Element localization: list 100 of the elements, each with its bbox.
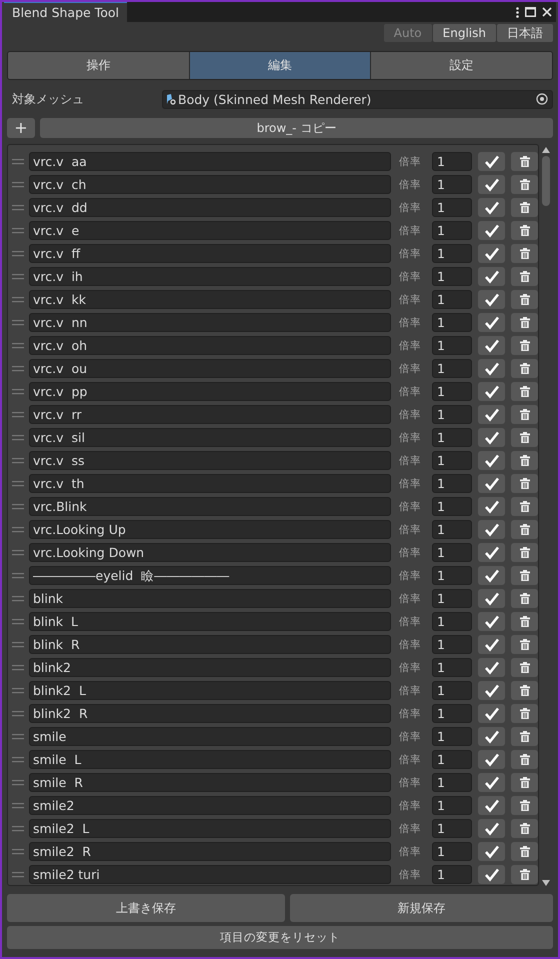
delete-button[interactable] xyxy=(511,382,538,401)
shape-name-field[interactable]: vrc.v pp xyxy=(29,382,391,401)
checkbox[interactable] xyxy=(478,727,505,746)
rate-field[interactable]: 1 xyxy=(432,750,472,769)
checkbox[interactable] xyxy=(478,175,505,194)
shape-name-field[interactable]: ―――――eyelid 瞼―――――― xyxy=(29,566,391,585)
rate-field[interactable]: 1 xyxy=(432,566,472,585)
delete-button[interactable] xyxy=(511,750,538,769)
delete-button[interactable] xyxy=(511,612,538,631)
drag-handle-icon[interactable] xyxy=(12,296,24,302)
shape-name-field[interactable]: blink2 L xyxy=(29,681,391,700)
checkbox[interactable] xyxy=(478,658,505,677)
checkbox[interactable] xyxy=(478,842,505,861)
checkbox[interactable] xyxy=(478,313,505,332)
drag-handle-icon[interactable] xyxy=(12,596,24,602)
shape-name-field[interactable]: smile L xyxy=(29,750,391,769)
rate-field[interactable]: 1 xyxy=(432,842,472,861)
delete-button[interactable] xyxy=(511,865,538,884)
checkbox[interactable] xyxy=(478,290,505,309)
reset-button[interactable]: 項目の変更をリセット xyxy=(7,926,553,949)
checkbox[interactable] xyxy=(478,543,505,562)
shape-name-field[interactable]: vrc.v nn xyxy=(29,313,391,332)
language-button[interactable]: 日本語 xyxy=(497,24,553,42)
preset-button[interactable]: brow_- コピー xyxy=(40,118,553,138)
shape-name-field[interactable]: blink2 xyxy=(29,658,391,677)
save-button[interactable]: 新規保存 xyxy=(290,894,553,922)
rate-field[interactable]: 1 xyxy=(432,658,472,677)
checkbox[interactable] xyxy=(478,865,505,884)
delete-button[interactable] xyxy=(511,658,538,677)
shape-name-field[interactable]: vrc.v ou xyxy=(29,359,391,378)
shape-name-field[interactable]: vrc.v dd xyxy=(29,198,391,217)
scrollbar-thumb[interactable] xyxy=(542,156,550,206)
shape-name-field[interactable]: vrc.v rr xyxy=(29,405,391,424)
delete-button[interactable] xyxy=(511,842,538,861)
rate-field[interactable]: 1 xyxy=(432,865,472,884)
checkbox[interactable] xyxy=(478,520,505,539)
shape-name-field[interactable]: vrc.v ss xyxy=(29,451,391,470)
checkbox[interactable] xyxy=(478,704,505,723)
delete-button[interactable] xyxy=(511,451,538,470)
drag-handle-icon[interactable] xyxy=(12,802,24,808)
drag-handle-icon[interactable] xyxy=(12,458,24,464)
checkbox[interactable] xyxy=(478,796,505,815)
more-icon[interactable] xyxy=(516,6,519,18)
delete-button[interactable] xyxy=(511,773,538,792)
delete-button[interactable] xyxy=(511,635,538,654)
drag-handle-icon[interactable] xyxy=(12,504,24,510)
drag-handle-icon[interactable] xyxy=(12,388,24,394)
rate-field[interactable]: 1 xyxy=(432,819,472,838)
delete-button[interactable] xyxy=(511,796,538,815)
drag-handle-icon[interactable] xyxy=(12,642,24,648)
checkbox[interactable] xyxy=(478,451,505,470)
rate-field[interactable]: 1 xyxy=(432,612,472,631)
checkbox[interactable] xyxy=(478,221,505,240)
rate-field[interactable]: 1 xyxy=(432,152,472,171)
rate-field[interactable]: 1 xyxy=(432,681,472,700)
scroll-up-icon[interactable] xyxy=(542,147,550,153)
delete-button[interactable] xyxy=(511,497,538,516)
checkbox[interactable] xyxy=(478,336,505,355)
shape-name-field[interactable]: blink2 R xyxy=(29,704,391,723)
rate-field[interactable]: 1 xyxy=(432,520,472,539)
rate-field[interactable]: 1 xyxy=(432,198,472,217)
shape-name-field[interactable]: vrc.v kk xyxy=(29,290,391,309)
tab[interactable]: 編集 xyxy=(190,52,372,79)
checkbox[interactable] xyxy=(478,267,505,286)
drag-handle-icon[interactable] xyxy=(12,550,24,556)
delete-button[interactable] xyxy=(511,221,538,240)
rate-field[interactable]: 1 xyxy=(432,428,472,447)
drag-handle-icon[interactable] xyxy=(12,664,24,670)
save-button[interactable]: 上書き保存 xyxy=(7,894,285,922)
object-field[interactable]: Body (Skinned Mesh Renderer) xyxy=(162,90,553,108)
drag-handle-icon[interactable] xyxy=(12,572,24,578)
checkbox[interactable] xyxy=(478,359,505,378)
shape-name-field[interactable]: vrc.v ih xyxy=(29,267,391,286)
rate-field[interactable]: 1 xyxy=(432,773,472,792)
checkbox[interactable] xyxy=(478,681,505,700)
drag-handle-icon[interactable] xyxy=(12,342,24,348)
drag-handle-icon[interactable] xyxy=(12,182,24,188)
checkbox[interactable] xyxy=(478,428,505,447)
checkbox[interactable] xyxy=(478,612,505,631)
delete-button[interactable] xyxy=(511,428,538,447)
shape-name-field[interactable]: smile xyxy=(29,727,391,746)
checkbox[interactable] xyxy=(478,635,505,654)
drag-handle-icon[interactable] xyxy=(12,204,24,210)
rate-field[interactable]: 1 xyxy=(432,704,472,723)
delete-button[interactable] xyxy=(511,589,538,608)
shape-name-field[interactable]: vrc.v ch xyxy=(29,175,391,194)
rate-field[interactable]: 1 xyxy=(432,359,472,378)
checkbox[interactable] xyxy=(478,474,505,493)
drag-handle-icon[interactable] xyxy=(12,434,24,440)
scroll-down-icon[interactable] xyxy=(542,880,550,886)
drag-handle-icon[interactable] xyxy=(12,826,24,832)
drag-handle-icon[interactable] xyxy=(12,526,24,532)
drag-handle-icon[interactable] xyxy=(12,480,24,486)
delete-button[interactable] xyxy=(511,566,538,585)
shape-name-field[interactable]: vrc.Blink xyxy=(29,497,391,516)
delete-button[interactable] xyxy=(511,819,538,838)
rate-field[interactable]: 1 xyxy=(432,405,472,424)
delete-button[interactable] xyxy=(511,267,538,286)
shape-name-field[interactable]: vrc.v aa xyxy=(29,152,391,171)
drag-handle-icon[interactable] xyxy=(12,412,24,418)
